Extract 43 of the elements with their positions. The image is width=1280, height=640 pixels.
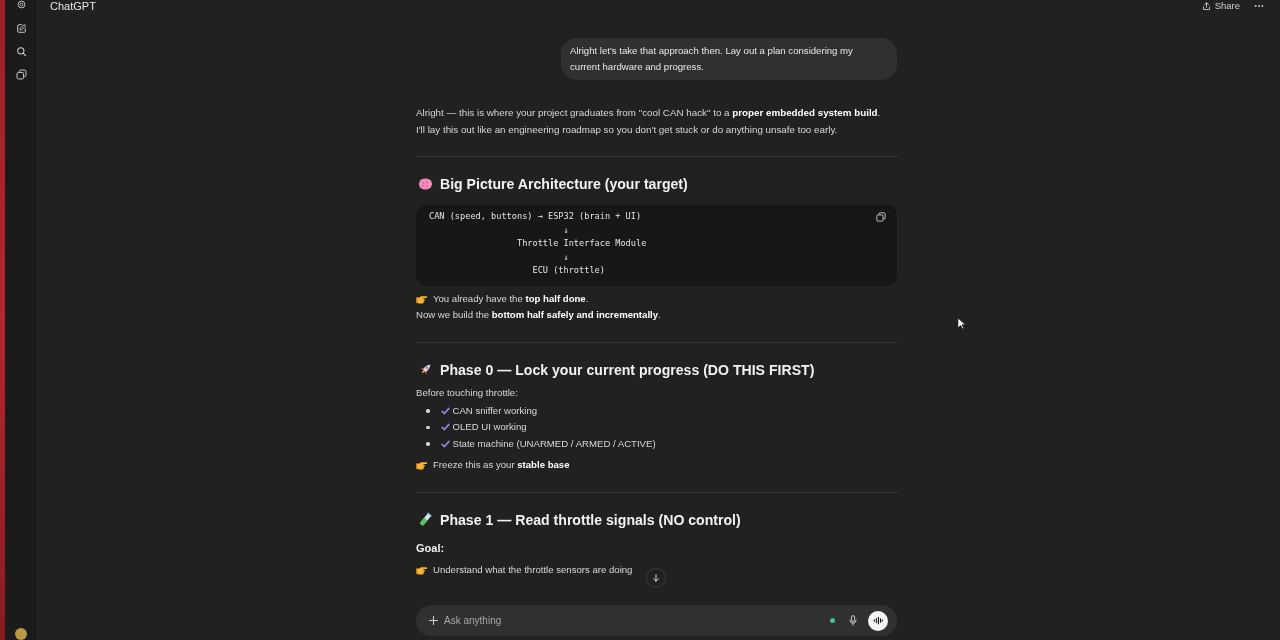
mouse-pointer-icon (957, 317, 966, 330)
user-message: Alright let's take that approach then. Lay out a plan considering my current hardware and progress. (561, 38, 897, 80)
bullet-icon (426, 425, 430, 429)
rocket-icon (418, 362, 433, 377)
copy-icon[interactable] (876, 212, 886, 222)
voice-button[interactable] (868, 610, 888, 631)
more-icon[interactable] (1254, 4, 1264, 8)
plus-icon[interactable] (429, 616, 438, 625)
subheading-text: Goal: (416, 540, 445, 556)
compose-icon[interactable] (15, 23, 27, 34)
search-icon[interactable] (15, 46, 27, 57)
pointing-hand-icon (416, 293, 428, 304)
composer-bar[interactable]: Ask anything (416, 605, 897, 636)
paragraph-text: Freeze this as your stable base (433, 458, 570, 472)
section-heading: Phase 0 — Lock your current progress (DO THIS FIRST) (440, 360, 815, 380)
bullet-icon (426, 442, 430, 446)
microphone-icon[interactable] (849, 615, 857, 626)
message-input[interactable]: Ask anything (444, 615, 830, 626)
paragraph-text: Before touching throttle: (416, 385, 518, 400)
reply-text: Alright — this is where your project graduates from "cool CAN hack" to a proper embedded system build. I'll lay this out like an engineering roadmap so you don't get stuck or do anything unsafe too early. (416, 106, 882, 137)
avatar-icon[interactable] (15, 628, 27, 640)
paragraph-text: Now we build the bottom half safely and incrementally. (416, 308, 661, 322)
scroll-down-button[interactable] (646, 568, 666, 588)
waveform-icon (873, 616, 883, 625)
list-item-text: CAN sniffer working (452, 403, 538, 418)
stacked-squares-icon[interactable] (15, 69, 27, 80)
status-dot-icon (830, 618, 835, 623)
share-icon (1201, 1, 1211, 11)
section-heading: Big Picture Architecture (your target) (440, 175, 688, 194)
pointing-hand-icon (416, 564, 428, 575)
brain-icon (418, 176, 433, 192)
list-item-text: State machine (UNARMED / ARMED / ACTIVE) (452, 436, 656, 451)
share-button[interactable]: Share (1201, 0, 1240, 12)
paragraph-text: Understand what the throttle sensors are doing (433, 562, 633, 577)
logo-icon[interactable] (16, 0, 26, 9)
list-item-text: OLED UI working (452, 420, 527, 434)
chat-title[interactable]: ChatGPT (50, 0, 96, 12)
pointing-hand-icon (416, 460, 428, 471)
section-heading: Phase 1 — Read throttle signals (NO control) (440, 510, 741, 530)
paragraph-text: You already have the top half done. (433, 291, 589, 306)
bullet-icon (426, 409, 430, 413)
arrow-down-icon (652, 574, 660, 582)
code-text: CAN (speed, buttons) → ESP32 (brain + UI) ↓ Throttle Interface Module ↓ ECU (throttle) (429, 210, 647, 277)
